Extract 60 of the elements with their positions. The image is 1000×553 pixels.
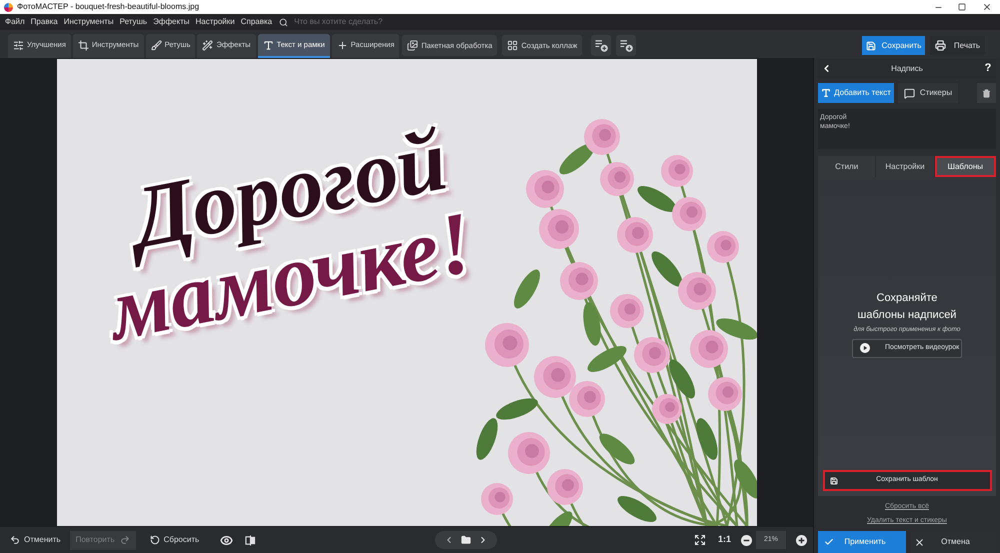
crop-icon [78, 40, 89, 50]
compare-icon [245, 534, 256, 546]
actual-size-button[interactable]: 1:1 [718, 533, 731, 547]
cancel-icon [914, 536, 925, 548]
open-folder-button[interactable] [460, 535, 471, 545]
magic-wand-icon [202, 40, 214, 50]
images-icon [407, 40, 418, 51]
undo-icon [10, 535, 20, 545]
stickers-button[interactable]: Стикеры [898, 83, 958, 103]
plus-icon [336, 40, 348, 50]
sliders-icon [13, 40, 24, 50]
trash-icon [982, 88, 991, 98]
window-title: ФотоМАСТЕР - bouquet-fresh-beautiful-blooms.jpg [17, 1, 200, 13]
help-button[interactable]: ? [980, 60, 996, 77]
check-icon [824, 537, 834, 547]
maximize-icon [958, 3, 966, 11]
print-button[interactable]: Печать [930, 36, 985, 55]
fit-to-screen-button[interactable] [694, 534, 706, 546]
menu-item[interactable]: Эффекты [153, 16, 190, 28]
apply-button[interactable]: Применить [818, 531, 906, 553]
zoom-in-button[interactable] [796, 534, 807, 546]
reset-icon [150, 535, 160, 545]
add-list-button[interactable] [591, 35, 612, 56]
eye-icon [220, 534, 234, 546]
brush-icon [150, 40, 162, 50]
download-list-button[interactable] [616, 35, 636, 56]
redo-icon [120, 535, 130, 545]
text-icon [821, 88, 832, 98]
fit-screen-icon [694, 534, 706, 546]
list-download-icon [620, 39, 633, 52]
app-logo-icon [4, 2, 13, 12]
play-icon [860, 343, 870, 354]
save-icon [866, 40, 876, 50]
menu-item[interactable]: Инструменты [64, 16, 114, 28]
zoom-out-button[interactable] [741, 534, 752, 546]
menu-item[interactable]: Правка [30, 16, 58, 28]
reset-button[interactable]: Сбросить [146, 530, 204, 550]
list-plus-icon [594, 39, 608, 52]
text-icon [262, 40, 274, 50]
menu-item[interactable]: Файл [5, 16, 25, 28]
panel-title: Надпись [890, 62, 924, 74]
menu-item[interactable]: Настройки [195, 16, 235, 28]
speech-bubble-icon [904, 88, 915, 98]
add-text-button[interactable]: Добавить текст [818, 83, 894, 103]
empty-state-heading: Сохраняйте шаблоны надписей [858, 291, 956, 323]
save-button[interactable]: Сохранить [862, 36, 925, 55]
zoom-in-icon [796, 534, 807, 546]
undo-button[interactable]: Отменить [6, 530, 65, 550]
delete-button[interactable] [977, 83, 996, 103]
menu-item[interactable]: Ретушь [120, 16, 148, 28]
panel-tab[interactable]: Шаблоны [934, 156, 996, 177]
zoom-out-icon [741, 534, 752, 546]
folder-icon [460, 535, 471, 545]
close-icon [982, 2, 992, 12]
menu-item[interactable]: Справка [240, 16, 272, 28]
search-icon [279, 18, 288, 26]
grid-icon [507, 40, 518, 51]
canvas-text-layer: Дорогой мамочке! [100, 116, 480, 355]
printer-icon [934, 40, 946, 51]
search-field[interactable]: Что вы хотите сделать? [294, 16, 404, 28]
